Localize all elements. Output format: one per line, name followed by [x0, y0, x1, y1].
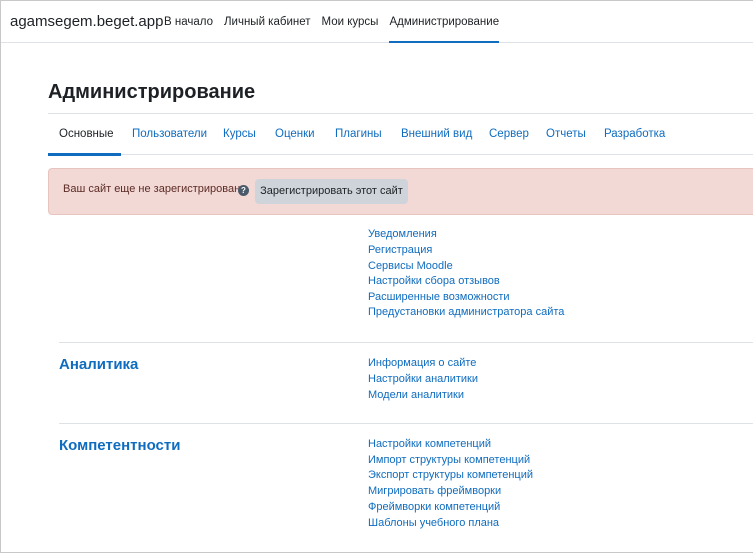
browser-viewport: agamsegem.beget.app В начало Личный каби… — [0, 0, 753, 553]
tab-plugins[interactable]: Плагины — [335, 128, 382, 140]
link-learning-plan-templates[interactable]: Шаблоны учебного плана — [368, 517, 499, 529]
alert-message: Ваш сайт еще не зарегистрирован. — [63, 183, 244, 195]
link-moodle-services[interactable]: Сервисы Moodle — [368, 260, 453, 272]
link-admin-presets[interactable]: Предустановки администратора сайта — [368, 306, 564, 318]
tab-courses[interactable]: Курсы — [223, 128, 256, 140]
register-site-button[interactable]: Зарегистрировать этот сайт — [255, 179, 408, 204]
link-analytics-models[interactable]: Модели аналитики — [368, 389, 464, 401]
section-heading-competencies[interactable]: Компетентности — [59, 437, 180, 454]
site-name[interactable]: agamsegem.beget.app — [10, 13, 163, 30]
link-advanced-features[interactable]: Расширенные возможности — [368, 291, 510, 303]
tab-reports[interactable]: Отчеты — [546, 128, 586, 140]
link-import-competency-framework[interactable]: Импорт структуры компетенций — [368, 454, 530, 466]
nav-site-administration[interactable]: Администрирование — [389, 1, 500, 43]
tab-users[interactable]: Пользователи — [132, 128, 207, 140]
top-navbar: agamsegem.beget.app В начало Личный каби… — [1, 1, 753, 43]
tab-grades[interactable]: Оценки — [275, 128, 315, 140]
link-registration[interactable]: Регистрация — [368, 244, 432, 256]
nav-home[interactable]: В начало — [164, 1, 213, 43]
active-tab-indicator — [48, 153, 121, 156]
link-competency-frameworks[interactable]: Фреймворки компетенций — [368, 501, 500, 513]
nav-my-courses[interactable]: Мои курсы — [322, 1, 379, 43]
link-migrate-frameworks[interactable]: Мигрировать фреймворки — [368, 485, 501, 497]
link-site-information[interactable]: Информация о сайте — [368, 357, 476, 369]
question-circle-icon[interactable]: ? — [238, 185, 249, 196]
section-divider — [59, 342, 753, 343]
admin-tabs: Основные Пользователи Курсы Оценки Плаги… — [48, 113, 753, 156]
link-notifications[interactable]: Уведомления — [368, 228, 437, 240]
tab-development[interactable]: Разработка — [604, 128, 665, 140]
registration-alert: Ваш сайт еще не зарегистрирован. ? Зарег… — [48, 168, 753, 215]
tab-server[interactable]: Сервер — [489, 128, 529, 140]
link-feedback-settings[interactable]: Настройки сбора отзывов — [368, 275, 500, 287]
tab-general[interactable]: Основные — [59, 128, 114, 140]
section-heading-analytics[interactable]: Аналитика — [59, 356, 138, 373]
page-title: Администрирование — [48, 81, 256, 103]
section-divider — [59, 423, 753, 424]
link-export-competency-framework[interactable]: Экспорт структуры компетенций — [368, 469, 533, 481]
primary-navigation: В начало Личный кабинет Мои курсы Админи… — [164, 1, 510, 43]
link-competency-settings[interactable]: Настройки компетенций — [368, 438, 491, 450]
link-analytics-settings[interactable]: Настройки аналитики — [368, 373, 478, 385]
tab-appearance[interactable]: Внешний вид — [401, 128, 472, 140]
nav-dashboard[interactable]: Личный кабинет — [224, 1, 311, 43]
